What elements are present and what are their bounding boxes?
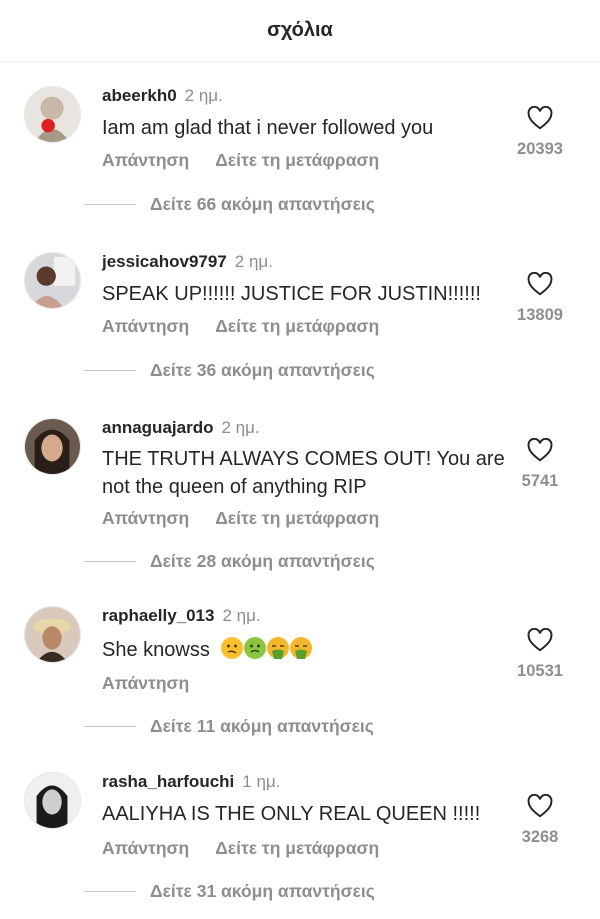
- comment-text: AALIYHA IS THE ONLY REAL QUEEN !!!!!: [102, 803, 481, 825]
- view-replies-button[interactable]: Δείτε 31 ακόμη απαντήσεις: [84, 881, 375, 902]
- comments-header: σχόλια: [0, 0, 600, 62]
- nauseated-face-icon: [244, 637, 267, 659]
- vomiting-face-icon: [267, 637, 290, 659]
- comment-time: 2 ημ.: [184, 86, 223, 105]
- comment-text-content: She knowss: [102, 639, 210, 661]
- replies-divider: [84, 204, 136, 205]
- like-count: 10531: [517, 662, 563, 680]
- comment-item: abeerkh0 2 ημ. Iam am glad that i never f…: [0, 62, 600, 228]
- heart-icon[interactable]: [527, 438, 553, 462]
- comment-text: THE TRUTH ALWAYS COMES OUT! You are not …: [102, 448, 505, 498]
- comment-username[interactable]: jessicahov9797: [102, 252, 227, 271]
- replies-divider: [84, 891, 136, 892]
- reply-button[interactable]: Απάντηση: [102, 316, 189, 336]
- comment-item: jessicahov9797 2 ημ. SPEAK UP!!!!!! JUSTI…: [0, 228, 600, 394]
- translate-button[interactable]: Δείτε τη μετάφραση: [215, 316, 379, 336]
- translate-button[interactable]: Δείτε τη μετάφραση: [215, 838, 379, 858]
- avatar[interactable]: [24, 606, 81, 663]
- view-replies-button[interactable]: Δείτε 11 ακόμη απαντήσεις: [84, 716, 374, 737]
- heart-icon[interactable]: [527, 628, 553, 652]
- view-replies-label: Δείτε 11 ακόμη απαντήσεις: [150, 716, 374, 736]
- avatar[interactable]: [24, 772, 81, 829]
- comment-time: 2 ημ.: [221, 418, 260, 437]
- page-title: σχόλια: [267, 19, 333, 41]
- translate-button[interactable]: Δείτε τη μετάφραση: [215, 508, 379, 528]
- comment-username[interactable]: rasha_harfouchi: [102, 772, 234, 791]
- like-count: 3268: [521, 828, 559, 846]
- view-replies-button[interactable]: Δείτε 66 ακόμη απαντήσεις: [84, 194, 375, 215]
- translate-button[interactable]: Δείτε τη μετάφραση: [215, 150, 379, 170]
- view-replies-label: Δείτε 31 ακόμη απαντήσεις: [150, 881, 375, 901]
- avatar[interactable]: [24, 86, 81, 143]
- replies-divider: [84, 726, 136, 727]
- reply-button[interactable]: Απάντηση: [102, 508, 189, 528]
- comment-time: 1 ημ.: [242, 772, 281, 791]
- comment-time: 2 ημ.: [222, 606, 261, 625]
- comment-item: raphaelly_013 2 ημ. She knowss Απάντηση 1…: [0, 586, 600, 752]
- like-count: 5741: [521, 472, 559, 490]
- comment-username[interactable]: annaguajardo: [102, 418, 213, 437]
- view-replies-button[interactable]: Δείτε 28 ακόμη απαντήσεις: [84, 551, 375, 572]
- comment-item: rasha_harfouchi 1 ημ. AALIYHA IS THE ONLY…: [0, 752, 600, 919]
- comment-username[interactable]: raphaelly_013: [102, 606, 214, 625]
- comment-username[interactable]: abeerkh0: [102, 86, 177, 105]
- reply-button[interactable]: Απάντηση: [102, 838, 189, 858]
- view-replies-label: Δείτε 28 ακόμη απαντήσεις: [150, 551, 375, 571]
- avatar[interactable]: [24, 252, 81, 309]
- comment-time: 2 ημ.: [234, 252, 273, 271]
- heart-icon[interactable]: [527, 106, 553, 130]
- view-replies-label: Δείτε 66 ακόμη απαντήσεις: [150, 194, 375, 214]
- vomiting-face-icon: [290, 637, 313, 659]
- comment-item: annaguajardo 2 ημ. THE TRUTH ALWAYS COMES…: [0, 394, 600, 586]
- replies-divider: [84, 561, 136, 562]
- confused-face-icon: [221, 637, 244, 659]
- view-replies-button[interactable]: Δείτε 36 ακόμη απαντήσεις: [84, 360, 375, 381]
- comment-text: She knowss: [102, 636, 522, 664]
- comment-text: SPEAK UP!!!!!! JUSTICE FOR JUSTIN!!!!!!: [102, 283, 481, 305]
- like-count: 20393: [517, 140, 563, 158]
- reply-button[interactable]: Απάντηση: [102, 673, 189, 693]
- reply-button[interactable]: Απάντηση: [102, 150, 189, 170]
- comment-text: Iam am glad that i never followed you: [102, 117, 434, 139]
- avatar[interactable]: [24, 418, 81, 475]
- heart-icon[interactable]: [527, 794, 553, 818]
- heart-icon[interactable]: [527, 272, 553, 296]
- replies-divider: [84, 370, 136, 371]
- view-replies-label: Δείτε 36 ακόμη απαντήσεις: [150, 360, 375, 380]
- like-count: 13809: [517, 306, 563, 324]
